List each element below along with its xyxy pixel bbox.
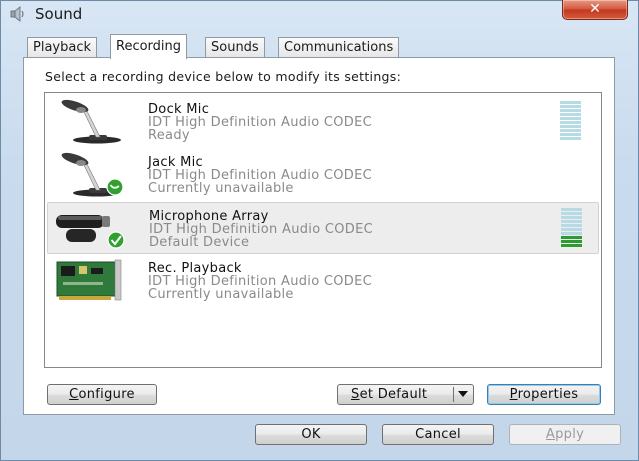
device-status: Currently unavailable bbox=[148, 287, 294, 302]
recording-tab-panel: Select a recording device below to modif… bbox=[23, 57, 615, 415]
device-item-jack-mic[interactable]: Jack Mic IDT High Definition Audio CODEC… bbox=[47, 149, 599, 201]
device-status: Currently unavailable bbox=[148, 181, 294, 196]
speaker-icon bbox=[10, 6, 24, 22]
microphone-unavailable-icon bbox=[61, 152, 124, 197]
configure-mnemonic: C bbox=[69, 387, 79, 402]
configure-label: onfigure bbox=[78, 387, 135, 402]
level-meter bbox=[560, 101, 581, 143]
apply-label: pply bbox=[555, 427, 585, 442]
window-title: Sound bbox=[35, 5, 83, 23]
title-bar[interactable]: Sound ✕ bbox=[1, 0, 638, 27]
device-item-rec-playback[interactable]: Rec. Playback IDT High Definition Audio … bbox=[47, 255, 599, 307]
properties-label: roperties bbox=[517, 387, 579, 402]
ok-button[interactable]: OK bbox=[255, 424, 367, 445]
tab-recording[interactable]: Recording bbox=[110, 34, 188, 59]
close-icon: ✕ bbox=[589, 1, 601, 17]
close-button[interactable]: ✕ bbox=[562, 0, 628, 20]
set-default-label: et Default bbox=[359, 387, 428, 402]
device-status: Default Device bbox=[149, 235, 250, 250]
sound-dialog: Sound ✕ Playback Recording Sounds Commun… bbox=[0, 0, 639, 461]
tab-communications[interactable]: Communications bbox=[278, 37, 400, 57]
instruction-text: Select a recording device below to modif… bbox=[45, 69, 402, 84]
properties-button[interactable]: Properties bbox=[487, 384, 601, 405]
recording-device-list[interactable]: Dock Mic IDT High Definition Audio CODEC… bbox=[44, 92, 602, 368]
set-default-split-button[interactable]: Set Default bbox=[337, 384, 474, 405]
cancel-button[interactable]: Cancel bbox=[382, 424, 494, 445]
properties-mnemonic: P bbox=[509, 387, 518, 402]
tab-sounds[interactable]: Sounds bbox=[205, 37, 265, 57]
device-item-dock-mic[interactable]: Dock Mic IDT High Definition Audio CODEC… bbox=[47, 96, 599, 148]
device-item-microphone-array[interactable]: Microphone Array IDT High Definition Aud… bbox=[47, 202, 599, 254]
microphone-icon bbox=[61, 99, 121, 144]
set-default-mnemonic: S bbox=[351, 387, 360, 402]
configure-button[interactable]: Configure bbox=[47, 384, 157, 405]
tab-playback[interactable]: Playback bbox=[27, 37, 98, 57]
sound-card-icon bbox=[56, 259, 122, 301]
chevron-down-icon[interactable] bbox=[458, 391, 468, 397]
apply-mnemonic: A bbox=[545, 427, 556, 442]
split-divider bbox=[453, 387, 454, 402]
device-status: Ready bbox=[148, 128, 190, 143]
microphone-array-default-icon bbox=[56, 215, 125, 249]
apply-button[interactable]: Apply bbox=[509, 424, 621, 445]
level-meter bbox=[561, 208, 582, 250]
